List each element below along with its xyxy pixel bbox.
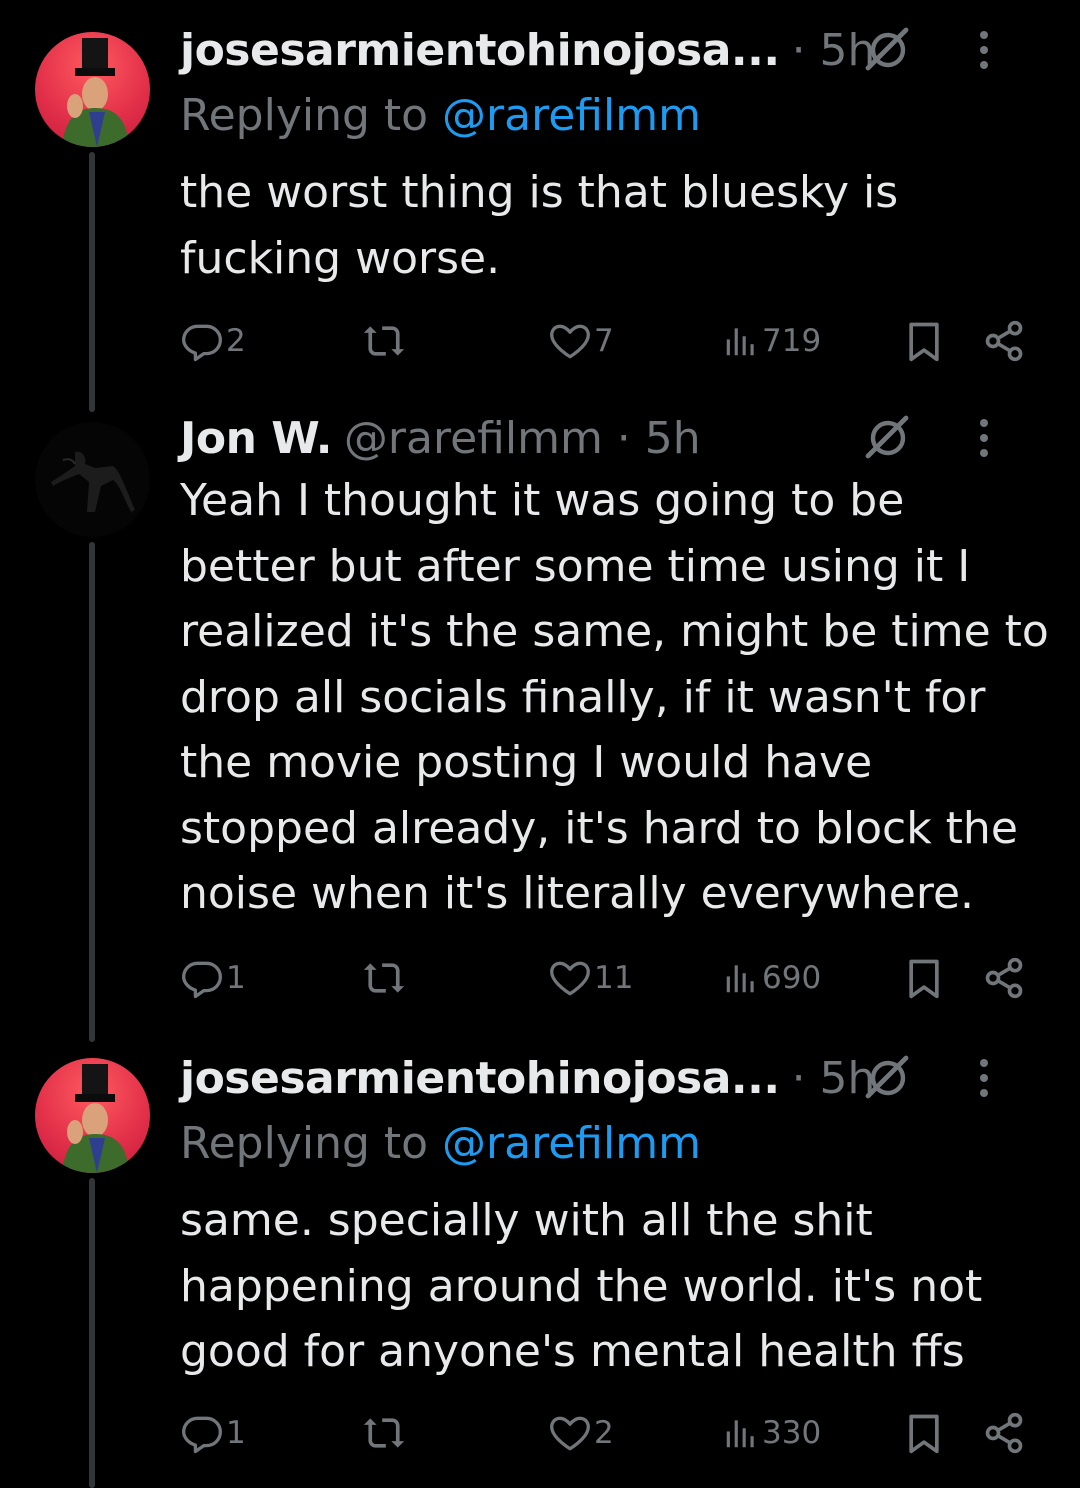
more-icon[interactable]: [978, 1058, 990, 1098]
author-name[interactable]: Jon W.: [180, 413, 332, 464]
replying-to: Replying to @rarefilmm: [180, 1118, 701, 1169]
tweet-text: the worst thing is that bluesky is fucki…: [180, 167, 899, 284]
views-count: 690: [762, 960, 822, 996]
bookmark-icon: [902, 956, 946, 1000]
reply-button[interactable]: 2: [180, 316, 246, 366]
heart-icon: [548, 319, 592, 363]
views-icon: [722, 1414, 760, 1452]
author-name[interactable]: josesarmientohinojosa...: [180, 25, 780, 76]
heart-icon: [548, 1411, 592, 1455]
retweet-icon: [362, 319, 406, 363]
thread-line: [89, 542, 95, 1042]
tweet-header: josesarmientohinojosa... · 5h: [180, 22, 1040, 78]
author-name[interactable]: josesarmientohinojosa...: [180, 1053, 780, 1104]
like-count: 11: [594, 960, 634, 996]
bookmark-icon: [902, 1411, 946, 1455]
avatar[interactable]: [35, 32, 150, 147]
tweet-header: Jon W. @rarefilmm · 5h: [180, 410, 1040, 466]
tweet-actions: 1 11 690: [180, 953, 1040, 1003]
share-button[interactable]: [982, 953, 1026, 1003]
tweet-actions: 2 7 719: [180, 316, 1040, 366]
tweet[interactable]: josesarmientohinojosa... · 5h Replying t…: [0, 1040, 1080, 1488]
retweet-button[interactable]: [362, 1408, 408, 1458]
retweet-icon: [362, 1411, 406, 1455]
avatar[interactable]: [35, 422, 150, 537]
tweet-text: Yeah I thought it was going to be better…: [180, 475, 1049, 919]
bookmark-button[interactable]: [902, 1408, 946, 1458]
replying-prefix: Replying to: [180, 1118, 443, 1169]
views-button[interactable]: 719: [722, 316, 821, 366]
reply-button[interactable]: 1: [180, 1408, 246, 1458]
replying-handle-link[interactable]: @rarefilmm: [442, 1118, 701, 1169]
tweet[interactable]: josesarmientohinojosa... · 5h Replying t…: [0, 0, 1080, 412]
like-button[interactable]: 11: [548, 953, 633, 1003]
tweet-meta: · 5h: [791, 24, 876, 76]
like-button[interactable]: 7: [548, 316, 614, 366]
tweet-actions: 1 2 330: [180, 1408, 1040, 1458]
more-icon[interactable]: [978, 418, 990, 458]
more-icon[interactable]: [978, 30, 990, 70]
share-button[interactable]: [982, 1408, 1026, 1458]
retweet-button[interactable]: [362, 953, 408, 1003]
reply-button[interactable]: 1: [180, 953, 246, 1003]
tweet-text: same. specially with all the shit happen…: [180, 1195, 983, 1377]
tweet-meta: · 5h: [791, 1052, 876, 1104]
grok-icon[interactable]: [864, 1054, 912, 1102]
bookmark-button[interactable]: [902, 316, 946, 366]
retweet-button[interactable]: [362, 316, 408, 366]
reply-icon: [180, 1411, 224, 1455]
bookmark-button[interactable]: [902, 953, 946, 1003]
views-button[interactable]: 330: [722, 1408, 821, 1458]
share-icon: [982, 1411, 1026, 1455]
views-count: 330: [762, 1415, 822, 1451]
replying-to: Replying to @rarefilmm: [180, 90, 701, 141]
share-button[interactable]: [982, 316, 1026, 366]
like-count: 2: [594, 1415, 614, 1451]
share-icon: [982, 956, 1026, 1000]
like-button[interactable]: 2: [548, 1408, 614, 1458]
retweet-icon: [362, 956, 406, 1000]
avatar-image: [62, 38, 129, 147]
views-button[interactable]: 690: [722, 953, 821, 1003]
replying-prefix: Replying to: [180, 90, 443, 141]
views-icon: [722, 322, 760, 360]
views-icon: [722, 959, 760, 997]
grok-icon[interactable]: [864, 26, 912, 74]
avatar-image: [62, 1064, 129, 1173]
grok-icon[interactable]: [864, 414, 912, 462]
reply-count: 1: [226, 960, 246, 996]
reply-count: 2: [226, 323, 246, 359]
tweet-meta: @rarefilmm · 5h: [343, 412, 701, 464]
heart-icon: [548, 956, 592, 1000]
bookmark-icon: [902, 319, 946, 363]
thread-line: [89, 1178, 95, 1488]
share-icon: [982, 319, 1026, 363]
views-count: 719: [762, 323, 822, 359]
like-count: 7: [594, 323, 614, 359]
avatar[interactable]: [35, 1058, 150, 1173]
reply-count: 1: [226, 1415, 246, 1451]
tweet-header: josesarmientohinojosa... · 5h: [180, 1050, 1040, 1106]
thread-line: [89, 152, 95, 412]
replying-handle-link[interactable]: @rarefilmm: [442, 90, 701, 141]
reply-icon: [180, 956, 224, 1000]
tweet[interactable]: Jon W. @rarefilmm · 5h Yeah I thought it…: [0, 410, 1080, 1042]
avatar-image: [51, 451, 135, 512]
reply-icon: [180, 319, 224, 363]
